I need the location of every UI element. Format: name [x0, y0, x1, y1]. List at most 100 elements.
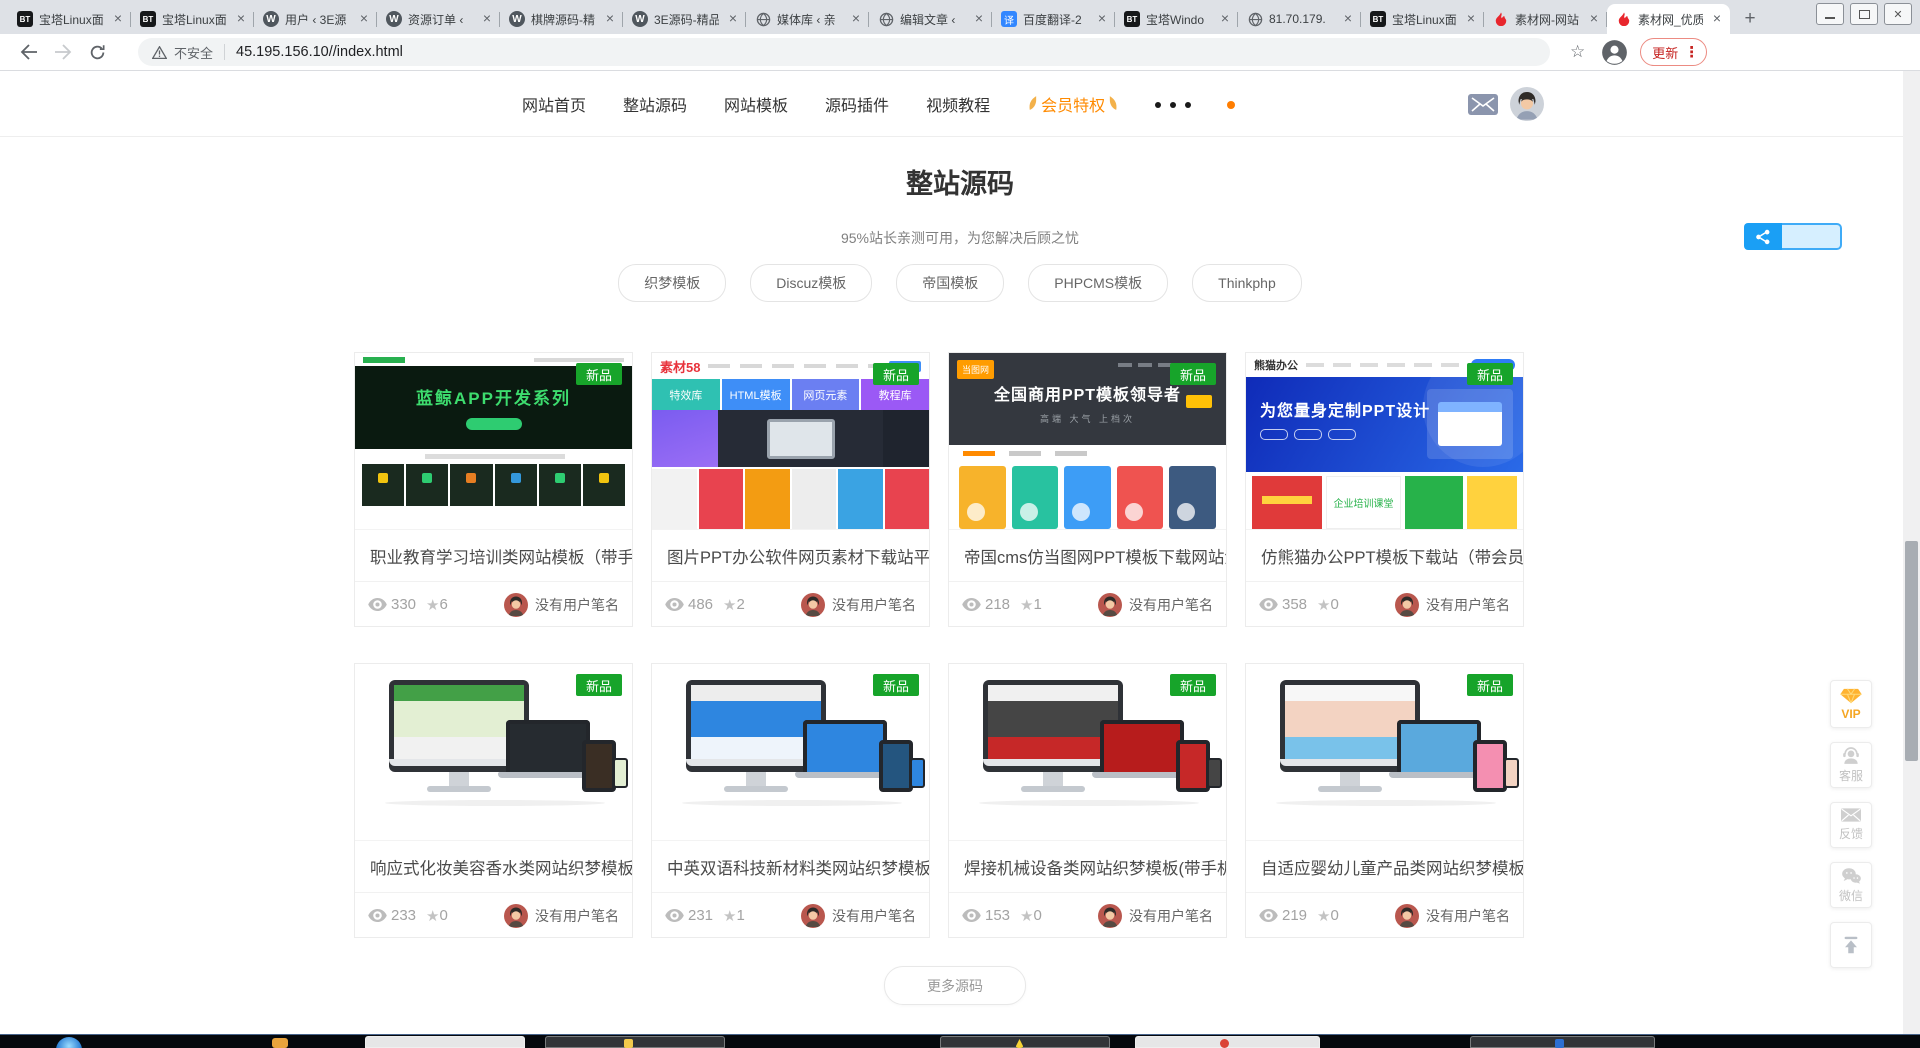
baota-favicon [17, 11, 33, 27]
minimize-button[interactable] [1816, 3, 1844, 25]
browser-tab-active[interactable]: 素材网_优质 [1607, 4, 1730, 34]
back-to-top-button[interactable] [1830, 922, 1872, 968]
source-card[interactable]: 新品 蓝鲸APP开发系列 职业教育学习培训类网站模板（带手 330 6 没有用户… [354, 352, 633, 627]
browser-tab[interactable]: 百度翻译-2 [992, 4, 1115, 34]
nav-item-templates[interactable]: 网站模板 [724, 92, 788, 116]
tab-close-icon[interactable] [971, 11, 987, 27]
filter-thinkphp[interactable]: Thinkphp [1192, 264, 1302, 302]
browser-tab[interactable]: 宝塔Windo [1115, 4, 1238, 34]
card-thumbnail[interactable]: 新品 当图网 全国商用PPT模板领导者 高端 大气 上档次 [949, 353, 1226, 530]
netdisk-extension-widget[interactable] [1744, 223, 1842, 250]
browser-tab[interactable]: 3E源码-精品 [623, 4, 746, 34]
messages-mail-icon[interactable] [1468, 94, 1498, 115]
card-thumbnail[interactable]: 新品 蓝鲸APP开发系列 [355, 353, 632, 530]
browser-tab[interactable]: 棋牌源码-精 [500, 4, 623, 34]
browser-tab[interactable]: 编辑文章 ‹ [869, 4, 992, 34]
scrollbar-thumb[interactable] [1905, 541, 1918, 761]
source-card[interactable]: 新品 焊接机械设备类网站织梦模板(带手机 153 0 没有用户笔名 [948, 663, 1227, 938]
taskbar-app-button[interactable] [1135, 1036, 1320, 1048]
address-bar[interactable]: 不安全 45.195.156.10//index.html [138, 38, 1550, 66]
wechat-button[interactable]: 微信 [1830, 862, 1872, 908]
vip-float-button[interactable]: VIP [1830, 680, 1872, 728]
card-thumbnail[interactable]: 新品 [949, 664, 1226, 841]
nav-item-video[interactable]: 视频教程 [926, 92, 990, 116]
tab-close-icon[interactable] [1094, 11, 1110, 27]
card-thumbnail[interactable]: 新品 熊猫办公 为您量身定制PPT设计 企业培训课堂 [1246, 353, 1523, 530]
back-button[interactable] [12, 35, 46, 69]
new-tab-button[interactable] [1736, 5, 1764, 33]
more-source-button[interactable]: 更多源码 [884, 966, 1026, 1005]
browser-tab[interactable]: 81.70.179. [1238, 4, 1361, 34]
tab-close-icon[interactable] [602, 11, 618, 27]
browser-tab[interactable]: 宝塔Linux面 [131, 4, 254, 34]
bookmark-star-icon[interactable] [1570, 42, 1585, 62]
taskbar-app-button[interactable] [545, 1036, 725, 1048]
taskbar-quick-launch-icon[interactable] [272, 1038, 288, 1048]
chrome-update-button[interactable]: 更新 [1640, 38, 1707, 66]
restore-button[interactable] [1850, 3, 1878, 25]
browser-tab[interactable]: 媒体库 ‹ 亲 [746, 4, 869, 34]
thumb-art [910, 758, 925, 788]
source-card[interactable]: 新品 自适应婴幼儿童产品类网站织梦模板 219 0 没有用户笔名 [1245, 663, 1524, 938]
source-card[interactable]: 新品 中英双语科技新材料类网站织梦模板 231 1 没有用户笔名 [651, 663, 930, 938]
close-window-button[interactable] [1884, 3, 1912, 25]
tab-close-icon[interactable] [1709, 11, 1725, 27]
tab-close-icon[interactable] [1586, 11, 1602, 27]
source-card[interactable]: 新品 响应式化妆美容香水类网站织梦模板 233 0 没有用户笔名 [354, 663, 633, 938]
browser-tab[interactable]: 宝塔Linux面 [1361, 4, 1484, 34]
card-title[interactable]: 仿熊猫办公PPT模板下载站（带会员、 [1246, 530, 1523, 581]
card-title[interactable]: 职业教育学习培训类网站模板（带手 [355, 530, 632, 581]
card-title[interactable]: 中英双语科技新材料类网站织梦模板 [652, 841, 929, 892]
nav-item-vip[interactable]: 会员特权 [1027, 92, 1119, 116]
card-thumbnail[interactable]: 新品 [355, 664, 632, 841]
tab-close-icon[interactable] [479, 11, 495, 27]
tab-title: 3E源码-精品 [654, 11, 719, 28]
tab-close-icon[interactable] [1463, 11, 1479, 27]
tab-close-icon[interactable] [848, 11, 864, 27]
source-card[interactable]: 新品 当图网 全国商用PPT模板领导者 高端 大气 上档次 帝国cms仿当图网P… [948, 352, 1227, 627]
browser-profile-avatar[interactable] [1601, 39, 1628, 66]
nav-item-source[interactable]: 整站源码 [623, 92, 687, 116]
customer-service-button[interactable]: 客服 [1830, 742, 1872, 788]
browser-tab[interactable]: 宝塔Linux面 [8, 4, 131, 34]
filter-phpcms[interactable]: PHPCMS模板 [1028, 264, 1168, 302]
source-card[interactable]: 新品 熊猫办公 为您量身定制PPT设计 企业培训课堂 仿熊猫办公PPT模板 [1245, 352, 1524, 627]
card-title[interactable]: 图片PPT办公软件网页素材下载站平台 [652, 530, 929, 581]
card-thumbnail[interactable]: 新品 素材58 特效库 HTML模板 网页元素 教程库 [652, 353, 929, 530]
card-title[interactable]: 响应式化妆美容香水类网站织梦模板 [355, 841, 632, 892]
filter-discuz[interactable]: Discuz模板 [750, 264, 872, 302]
tab-close-icon[interactable] [1217, 11, 1233, 27]
tab-close-icon[interactable] [356, 11, 372, 27]
filter-dedecms[interactable]: 织梦模板 [618, 264, 726, 302]
tab-close-icon[interactable] [233, 11, 249, 27]
forward-button[interactable] [46, 35, 80, 69]
tab-close-icon[interactable] [110, 11, 126, 27]
nav-item-home[interactable]: 网站首页 [522, 92, 586, 116]
start-button[interactable] [56, 1037, 82, 1048]
tab-close-icon[interactable] [725, 11, 741, 27]
reload-button[interactable] [80, 35, 114, 69]
tab-close-icon[interactable] [1340, 11, 1356, 27]
feedback-button[interactable]: 反馈 [1830, 802, 1872, 848]
card-title[interactable]: 焊接机械设备类网站织梦模板(带手机 [949, 841, 1226, 892]
thumb-art [1260, 429, 1356, 440]
user-avatar[interactable] [1510, 87, 1544, 121]
card-thumbnail[interactable]: 新品 [652, 664, 929, 841]
nav-more-dots-icon[interactable] [1155, 102, 1191, 108]
browser-menu-icon[interactable] [1684, 43, 1699, 61]
browser-tab[interactable]: 用户 ‹ 3E源 [254, 4, 377, 34]
card-thumbnail[interactable]: 新品 [1246, 664, 1523, 841]
browser-tab[interactable]: 素材网-网站 [1484, 4, 1607, 34]
taskbar-app-button[interactable] [940, 1036, 1110, 1048]
taskbar-app-button[interactable] [365, 1036, 525, 1048]
views-count: 486 [688, 596, 713, 613]
browser-tab[interactable]: 资源订单 ‹ [377, 4, 500, 34]
page-scrollbar[interactable] [1903, 71, 1920, 1035]
card-title[interactable]: 自适应婴幼儿童产品类网站织梦模板 [1246, 841, 1523, 892]
taskbar-app-button[interactable] [1470, 1036, 1655, 1048]
nav-item-plugins[interactable]: 源码插件 [825, 92, 889, 116]
source-card[interactable]: 新品 素材58 特效库 HTML模板 网页元素 教程库 [651, 352, 930, 627]
star-icon [1317, 596, 1330, 614]
card-title[interactable]: 帝国cms仿当图网PPT模板下载网站源码 [949, 530, 1226, 581]
filter-empirecms[interactable]: 帝国模板 [896, 264, 1004, 302]
